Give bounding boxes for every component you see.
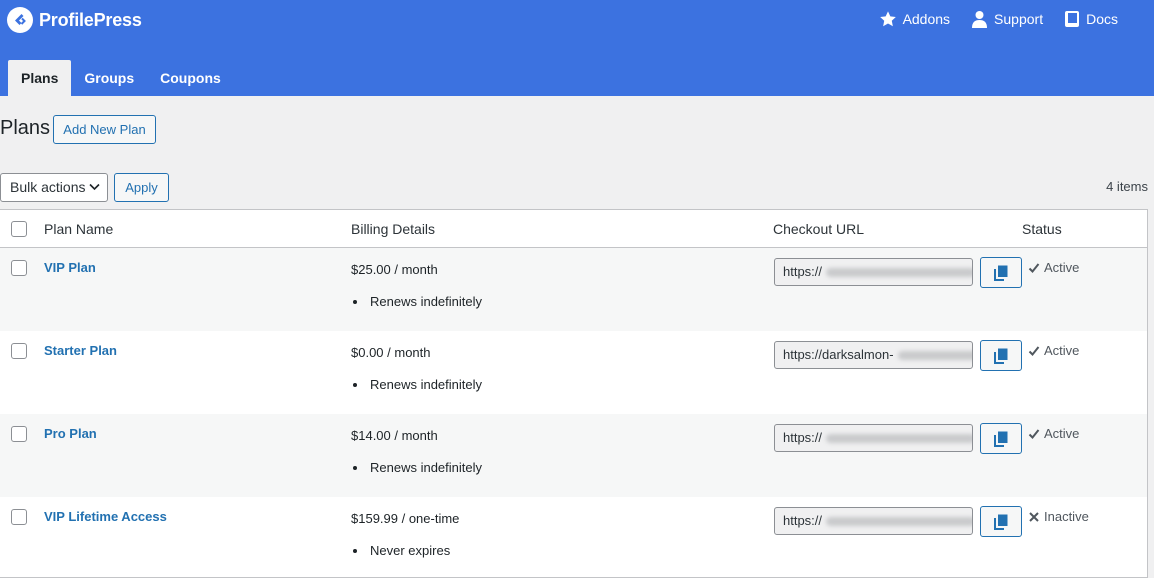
plan-renewal: Renews indefinitely	[353, 377, 482, 392]
user-icon	[972, 11, 988, 28]
top-header: ProfilePress Addons Support Docs Plans G…	[0, 0, 1154, 96]
items-count: 4 items	[1106, 179, 1148, 194]
copy-url-button[interactable]	[980, 340, 1022, 371]
plan-name-link[interactable]: Starter Plan	[44, 343, 117, 358]
checkout-url-text: https://	[783, 513, 823, 528]
select-all-checkbox[interactable]	[11, 221, 27, 237]
copy-icon	[994, 431, 1008, 447]
tab-bar: Plans Groups Coupons	[8, 60, 234, 96]
x-icon	[1029, 511, 1039, 522]
copy-url-button[interactable]	[980, 257, 1022, 288]
page-title: Plans	[0, 117, 51, 139]
status-text: Active	[1044, 426, 1080, 441]
checkout-url-field[interactable]: https://	[774, 258, 973, 286]
tab-plans[interactable]: Plans	[8, 60, 72, 96]
status-text: Active	[1044, 260, 1080, 275]
table-row: VIP Lifetime Access $159.99 / one-time N…	[0, 497, 1147, 577]
tab-groups[interactable]: Groups	[71, 60, 147, 96]
checkout-url-text: https://	[783, 264, 823, 279]
copy-url-button[interactable]	[980, 423, 1022, 454]
chevron-down-icon	[89, 183, 100, 191]
plans-table: Plan Name Billing Details Checkout URL S…	[0, 209, 1148, 578]
plan-name-link[interactable]: VIP Plan	[44, 260, 96, 275]
checkout-url-text: https://	[783, 430, 823, 445]
column-status: Status	[1022, 221, 1062, 237]
bulk-actions-select[interactable]: Bulk actions	[0, 173, 108, 202]
checkout-url-field[interactable]: https://	[774, 424, 973, 452]
check-icon	[1028, 345, 1040, 356]
renewal-text: Never expires	[370, 543, 451, 558]
copy-url-button[interactable]	[980, 506, 1022, 537]
renewal-text: Renews indefinitely	[370, 460, 483, 475]
status-text: Inactive	[1044, 509, 1089, 524]
table-row: VIP Plan $25.00 / month Renews indefinit…	[0, 248, 1147, 331]
copy-icon	[994, 514, 1008, 530]
app-logo[interactable]: ProfilePress	[7, 7, 142, 33]
status-badge: Active	[1028, 343, 1079, 358]
tab-coupons[interactable]: Coupons	[147, 60, 234, 96]
star-icon	[879, 11, 896, 27]
app-name: ProfilePress	[39, 9, 142, 30]
plan-price: $0.00 / month	[351, 345, 431, 360]
plan-price: $25.00 / month	[351, 262, 438, 277]
addons-link-label: Addons	[902, 11, 951, 27]
plan-name-link[interactable]: VIP Lifetime Access	[44, 509, 167, 524]
check-icon	[1028, 262, 1040, 273]
copy-icon	[994, 265, 1008, 281]
plan-price: $159.99 / one-time	[351, 511, 460, 526]
profilepress-logo-icon	[7, 7, 33, 33]
plan-name-link[interactable]: Pro Plan	[44, 426, 97, 441]
status-badge: Active	[1028, 260, 1079, 275]
row-checkbox[interactable]	[11, 426, 27, 442]
top-links: Addons Support Docs	[858, 10, 1118, 28]
table-row: Pro Plan $14.00 / month Renews indefinit…	[0, 414, 1147, 497]
plan-renewal: Renews indefinitely	[353, 294, 482, 309]
checkout-url-field[interactable]: https://darksalmon-	[774, 341, 973, 369]
plan-price: $14.00 / month	[351, 428, 438, 443]
plan-renewal: Renews indefinitely	[353, 460, 482, 475]
checkout-url-field[interactable]: https://	[774, 507, 973, 535]
check-icon	[1028, 428, 1040, 439]
status-text: Active	[1044, 343, 1080, 358]
table-header: Plan Name Billing Details Checkout URL S…	[0, 210, 1147, 248]
docs-link-label: Docs	[1086, 11, 1118, 27]
plan-renewal: Never expires	[353, 543, 450, 558]
row-checkbox[interactable]	[11, 343, 27, 359]
column-billing-details: Billing Details	[351, 221, 436, 237]
row-checkbox[interactable]	[11, 509, 27, 525]
checkout-url-text: https://darksalmon-	[783, 347, 894, 362]
addons-link[interactable]: Addons	[879, 10, 950, 28]
column-plan-name[interactable]: Plan Name	[44, 221, 113, 237]
support-link-label: Support	[994, 11, 1044, 27]
column-checkout-url: Checkout URL	[773, 221, 865, 237]
add-new-plan-button[interactable]: Add New Plan	[53, 115, 156, 144]
status-badge: Inactive	[1028, 509, 1089, 524]
renewal-text: Renews indefinitely	[370, 377, 483, 392]
apply-button[interactable]: Apply	[114, 173, 169, 202]
renewal-text: Renews indefinitely	[370, 294, 483, 309]
table-row: Starter Plan $0.00 / month Renews indefi…	[0, 331, 1147, 414]
status-badge: Active	[1028, 426, 1079, 441]
support-link[interactable]: Support	[971, 10, 1043, 28]
copy-icon	[994, 348, 1008, 364]
docs-link[interactable]: Docs	[1064, 10, 1118, 28]
book-icon	[1065, 11, 1080, 27]
bulk-actions-label: Bulk actions	[10, 179, 86, 195]
row-checkbox[interactable]	[11, 260, 27, 276]
